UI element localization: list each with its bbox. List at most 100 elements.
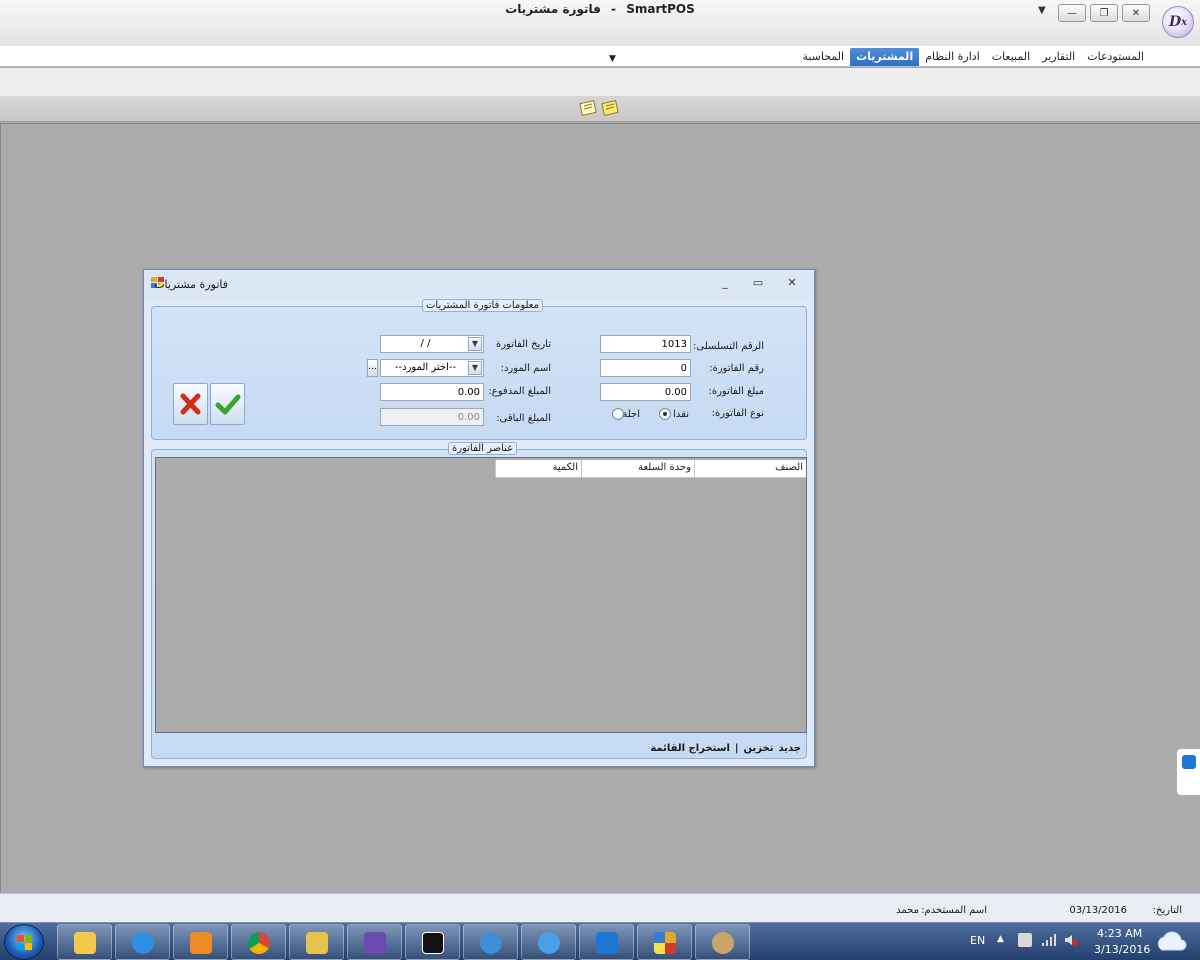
smartpos-taskbar-button[interactable] <box>637 924 692 960</box>
visual-studio-taskbar-button[interactable] <box>347 924 402 960</box>
media-player-icon <box>190 932 212 954</box>
serial-field[interactable] <box>600 335 691 353</box>
clock-date[interactable]: 3/13/2016 <box>1094 943 1150 956</box>
7zip-icon <box>422 932 444 954</box>
chrome-taskbar-button[interactable] <box>231 924 286 960</box>
remaining-amount-field <box>380 408 484 426</box>
start-button[interactable] <box>4 924 44 960</box>
volume-muted-icon[interactable] <box>1064 933 1078 947</box>
new-link[interactable]: جديد <box>778 743 801 754</box>
window-title-sep: - <box>611 2 617 16</box>
minimize-button[interactable]: — <box>1058 4 1086 22</box>
globe-icon <box>538 932 560 954</box>
tab-system-admin[interactable]: ادارة النظام <box>919 48 986 66</box>
restore-button[interactable]: ❐ <box>1090 4 1118 22</box>
paint-taskbar-button[interactable] <box>695 924 750 960</box>
paint-palette-icon <box>712 932 734 954</box>
invoice-date-value: / / <box>420 338 431 349</box>
quick-access-dropdown-icon[interactable]: ▼ <box>1038 5 1046 16</box>
credit-radio[interactable] <box>612 408 624 420</box>
child-maximize-button[interactable]: ▭ <box>750 276 766 290</box>
db-tool-taskbar-button[interactable] <box>289 924 344 960</box>
media-player-taskbar-button[interactable] <box>173 924 228 960</box>
close-button[interactable]: ✕ <box>1122 4 1150 22</box>
explorer-taskbar-button[interactable] <box>57 924 112 960</box>
status-bar: التاريخ: 03/13/2016 اسم المستخدم: محمد <box>0 893 1200 922</box>
column-header-unit[interactable]: وحدة السلعة <box>581 460 694 477</box>
invoice-no-field[interactable] <box>600 359 691 377</box>
chevron-down-icon[interactable]: ▼ <box>468 361 482 375</box>
date-label: تاريخ الفاتورة <box>495 339 551 350</box>
save-link[interactable]: تخزين <box>744 743 774 754</box>
cash-radio[interactable] <box>659 408 671 420</box>
network-tool-taskbar-button[interactable] <box>463 924 518 960</box>
browser-taskbar-button[interactable] <box>521 924 576 960</box>
items-grid[interactable]: الصنف وحدة السلعة الكمية <box>155 457 807 733</box>
cancel-x-icon <box>180 393 201 415</box>
status-user-label: اسم المستخدم: <box>921 905 987 916</box>
notes-icon[interactable] <box>579 99 599 117</box>
status-date-label: التاريخ: <box>1152 905 1182 916</box>
teamviewer-taskbar-button[interactable] <box>579 924 634 960</box>
window-title: فاتورة مشتريات - SmartPOS <box>0 2 1200 16</box>
action-center-icon[interactable] <box>1018 933 1032 947</box>
invoice-amount-field[interactable] <box>600 383 691 401</box>
notes-icon[interactable] <box>601 99 621 117</box>
tab-sales[interactable]: المبيعات <box>986 48 1036 66</box>
serial-label: الرقم التسلسلى: <box>693 341 764 352</box>
tab-warehouses[interactable]: المستودعات <box>1081 48 1150 66</box>
window-controls: — ❐ ✕ <box>1058 4 1150 22</box>
window-title-app: SmartPOS <box>626 2 695 16</box>
browse-supplier-button[interactable]: … <box>367 359 378 377</box>
weather-cloud-icon[interactable] <box>1154 928 1188 956</box>
ie-taskbar-button[interactable] <box>115 924 170 960</box>
teamviewer-panel-tab[interactable] <box>1176 748 1200 796</box>
checkmark-icon <box>215 394 241 415</box>
invoice-type-label: نوع الفاتورة: <box>711 408 764 419</box>
windows-logo-icon <box>17 935 32 950</box>
tab-reports[interactable]: التقارير <box>1036 48 1081 66</box>
confirm-button[interactable] <box>210 383 245 425</box>
invoice-date-picker[interactable]: / / ▼ <box>380 335 484 353</box>
credit-option-label: اجلة <box>622 409 640 420</box>
child-close-button[interactable]: ✕ <box>784 276 800 290</box>
supplier-select-value: --اختر المورد-- <box>394 362 457 373</box>
ribbon-body <box>0 68 1200 96</box>
invoice-no-label: رقم الفاتورة: <box>709 363 764 374</box>
child-minimize-button[interactable]: _ <box>717 276 733 290</box>
ribbon-tabs: المستودعات التقارير المبيعات ادارة النظا… <box>0 46 1200 67</box>
supplier-label: اسم المورد: <box>500 363 551 374</box>
smartpos-app-icon <box>654 932 676 954</box>
language-indicator[interactable]: EN <box>970 934 985 947</box>
show-hidden-icons-icon[interactable]: ▲ <box>997 934 1004 944</box>
status-user-value: محمد <box>896 905 919 916</box>
paid-amount-field[interactable] <box>380 383 484 401</box>
supplier-select[interactable]: --اختر المورد-- ▼ <box>380 359 484 377</box>
column-header-quantity[interactable]: الكمية <box>495 460 581 477</box>
chrome-icon <box>248 932 270 954</box>
taskbar: EN ▲ 4:23 AM 3/13/2016 <box>0 922 1200 960</box>
teamviewer-icon <box>1182 755 1196 769</box>
tab-accounting[interactable]: المحاسبة <box>796 48 850 66</box>
chevron-down-icon[interactable]: ▼ <box>468 337 482 351</box>
network-signal-icon[interactable] <box>1041 933 1057 947</box>
cancel-button[interactable] <box>173 383 208 425</box>
export-list-link[interactable]: استخراج القائمة <box>650 743 730 754</box>
paid-label: المبلغ المدفوع: <box>488 386 551 397</box>
visual-studio-icon <box>364 932 386 954</box>
tab-purchases[interactable]: المشتريات <box>850 48 920 66</box>
column-header-item[interactable]: الصنف <box>694 460 806 477</box>
items-footer-links: جديد تخزين | استخراج القائمة <box>650 743 801 754</box>
database-tool-icon <box>306 932 328 954</box>
ribbon-collapse-icon[interactable]: ▼ <box>609 54 616 64</box>
app-logo-icon[interactable]: Dx <box>1162 6 1194 38</box>
link-separator: | <box>734 743 739 754</box>
window-title-doc: فاتورة مشتريات <box>505 2 601 16</box>
child-window-title: فاتورة مشتريات <box>154 278 228 291</box>
clock-time[interactable]: 4:23 AM <box>1097 927 1142 940</box>
purchase-invoice-window: فاتورة مشتريات _ ▭ ✕ معلومات فاتورة المش… <box>143 269 815 767</box>
network-tool-icon <box>480 932 502 954</box>
remaining-label: المبلغ الباقى: <box>496 413 551 424</box>
7zip-taskbar-button[interactable] <box>405 924 460 960</box>
amount-label: مبلغ الفاتورة: <box>708 386 764 397</box>
